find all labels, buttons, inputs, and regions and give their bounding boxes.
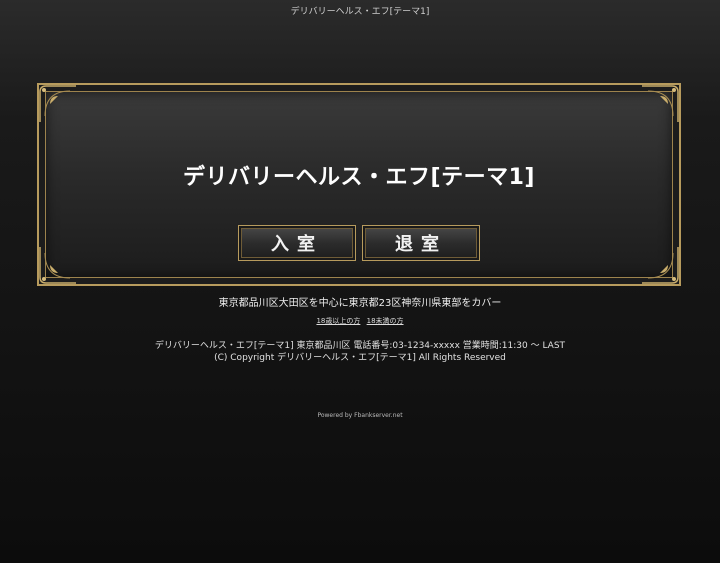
enter-button[interactable]: 入室 <box>238 225 356 261</box>
shop-name-heading: デリバリーヘルス・エフ[テーマ1] <box>183 165 535 190</box>
entrance-frame: デリバリーヘルス・エフ[テーマ1] 入室 退室 <box>37 83 681 286</box>
under-18-link[interactable]: 18未満の方 <box>367 317 404 325</box>
window-title: デリバリーヘルス・エフ[テーマ1] <box>290 7 430 17</box>
over-18-link[interactable]: 18歳以上の方 <box>316 317 360 325</box>
shop-info-text: デリバリーヘルス・エフ[テーマ1] 東京都品川区 電話番号:03-1234-xx… <box>154 341 566 351</box>
corner-ornament-icon <box>39 247 76 284</box>
corner-ornament-icon <box>642 247 679 284</box>
age-links: 18歳以上の方 18未満の方 <box>0 316 720 326</box>
copyright-text: (C) Copyright デリバリーヘルス・エフ[テーマ1] All Righ… <box>214 353 506 363</box>
powered-by-text: Powered by Fbankserver.net <box>317 412 403 419</box>
corner-ornament-icon <box>642 85 679 122</box>
service-area-text: 東京都品川区大田区を中心に東京都23区神奈川県東部をカバー <box>218 298 502 309</box>
footer-info: デリバリーヘルス・エフ[テーマ1] 東京都品川区 電話番号:03-1234-xx… <box>0 340 720 364</box>
corner-ornament-icon <box>39 85 76 122</box>
exit-button[interactable]: 退室 <box>362 225 480 261</box>
